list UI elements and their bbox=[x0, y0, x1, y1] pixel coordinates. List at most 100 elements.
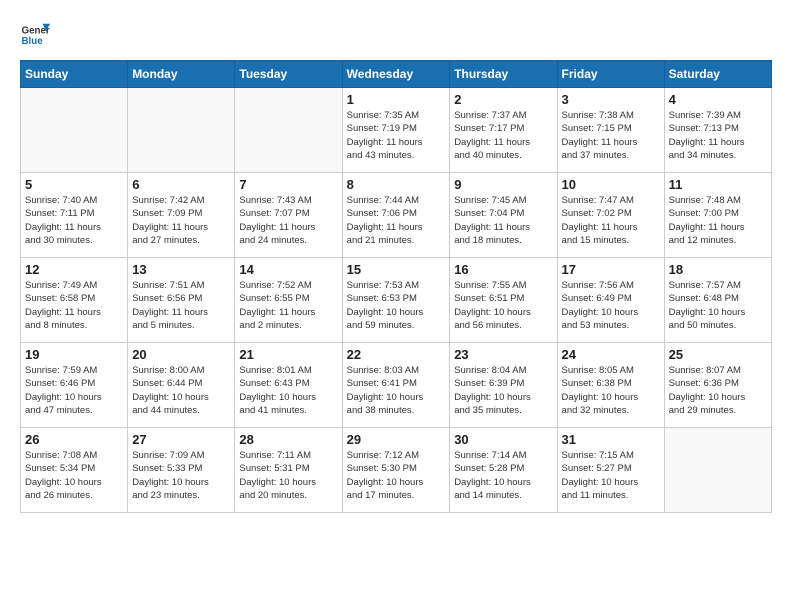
calendar-cell: 5 Sunrise: 7:40 AM Sunset: 7:11 PM Daylig… bbox=[21, 173, 128, 258]
day-info: Sunrise: 7:37 AM Sunset: 7:17 PM Dayligh… bbox=[454, 109, 552, 162]
calendar-cell bbox=[235, 88, 342, 173]
day-number: 27 bbox=[132, 432, 230, 447]
day-number: 19 bbox=[25, 347, 123, 362]
day-number: 20 bbox=[132, 347, 230, 362]
day-number: 3 bbox=[562, 92, 660, 107]
calendar-cell: 2 Sunrise: 7:37 AM Sunset: 7:17 PM Daylig… bbox=[450, 88, 557, 173]
calendar-cell: 18 Sunrise: 7:57 AM Sunset: 6:48 PM Dayli… bbox=[664, 258, 771, 343]
calendar-cell: 15 Sunrise: 7:53 AM Sunset: 6:53 PM Dayli… bbox=[342, 258, 450, 343]
logo: General Blue bbox=[20, 20, 50, 50]
day-number: 25 bbox=[669, 347, 767, 362]
day-number: 8 bbox=[347, 177, 446, 192]
day-number: 18 bbox=[669, 262, 767, 277]
day-info: Sunrise: 7:48 AM Sunset: 7:00 PM Dayligh… bbox=[669, 194, 767, 247]
calendar-cell: 29 Sunrise: 7:12 AM Sunset: 5:30 PM Dayli… bbox=[342, 428, 450, 513]
day-number: 13 bbox=[132, 262, 230, 277]
day-info: Sunrise: 7:14 AM Sunset: 5:28 PM Dayligh… bbox=[454, 449, 552, 502]
column-header-friday: Friday bbox=[557, 61, 664, 88]
day-info: Sunrise: 8:03 AM Sunset: 6:41 PM Dayligh… bbox=[347, 364, 446, 417]
day-number: 26 bbox=[25, 432, 123, 447]
calendar-cell: 10Sunrise: 7:47 AM Sunset: 7:02 PM Dayli… bbox=[557, 173, 664, 258]
day-info: Sunrise: 7:56 AM Sunset: 6:49 PM Dayligh… bbox=[562, 279, 660, 332]
day-number: 31 bbox=[562, 432, 660, 447]
day-info: Sunrise: 7:43 AM Sunset: 7:07 PM Dayligh… bbox=[239, 194, 337, 247]
day-info: Sunrise: 7:55 AM Sunset: 6:51 PM Dayligh… bbox=[454, 279, 552, 332]
calendar-cell bbox=[128, 88, 235, 173]
column-header-saturday: Saturday bbox=[664, 61, 771, 88]
day-info: Sunrise: 8:04 AM Sunset: 6:39 PM Dayligh… bbox=[454, 364, 552, 417]
day-number: 2 bbox=[454, 92, 552, 107]
calendar-week-row: 1Sunrise: 7:35 AM Sunset: 7:19 PM Daylig… bbox=[21, 88, 772, 173]
calendar-cell: 7 Sunrise: 7:43 AM Sunset: 7:07 PM Daylig… bbox=[235, 173, 342, 258]
day-number: 28 bbox=[239, 432, 337, 447]
day-number: 5 bbox=[25, 177, 123, 192]
day-info: Sunrise: 7:49 AM Sunset: 6:58 PM Dayligh… bbox=[25, 279, 123, 332]
day-info: Sunrise: 7:08 AM Sunset: 5:34 PM Dayligh… bbox=[25, 449, 123, 502]
day-info: Sunrise: 7:44 AM Sunset: 7:06 PM Dayligh… bbox=[347, 194, 446, 247]
day-number: 4 bbox=[669, 92, 767, 107]
day-info: Sunrise: 7:11 AM Sunset: 5:31 PM Dayligh… bbox=[239, 449, 337, 502]
calendar-cell: 24 Sunrise: 8:05 AM Sunset: 6:38 PM Dayli… bbox=[557, 343, 664, 428]
day-info: Sunrise: 8:01 AM Sunset: 6:43 PM Dayligh… bbox=[239, 364, 337, 417]
day-info: Sunrise: 7:09 AM Sunset: 5:33 PM Dayligh… bbox=[132, 449, 230, 502]
day-number: 7 bbox=[239, 177, 337, 192]
day-info: Sunrise: 7:12 AM Sunset: 5:30 PM Dayligh… bbox=[347, 449, 446, 502]
calendar-week-row: 12 Sunrise: 7:49 AM Sunset: 6:58 PM Dayli… bbox=[21, 258, 772, 343]
calendar-cell: 6Sunrise: 7:42 AM Sunset: 7:09 PM Daylig… bbox=[128, 173, 235, 258]
day-number: 29 bbox=[347, 432, 446, 447]
day-info: Sunrise: 7:47 AM Sunset: 7:02 PM Dayligh… bbox=[562, 194, 660, 247]
day-number: 16 bbox=[454, 262, 552, 277]
day-number: 12 bbox=[25, 262, 123, 277]
day-number: 1 bbox=[347, 92, 446, 107]
calendar-cell: 28 Sunrise: 7:11 AM Sunset: 5:31 PM Dayli… bbox=[235, 428, 342, 513]
day-number: 22 bbox=[347, 347, 446, 362]
day-info: Sunrise: 7:15 AM Sunset: 5:27 PM Dayligh… bbox=[562, 449, 660, 502]
calendar-header-row: SundayMondayTuesdayWednesdayThursdayFrid… bbox=[21, 61, 772, 88]
day-number: 17 bbox=[562, 262, 660, 277]
day-number: 23 bbox=[454, 347, 552, 362]
calendar-cell: 14Sunrise: 7:52 AM Sunset: 6:55 PM Dayli… bbox=[235, 258, 342, 343]
column-header-thursday: Thursday bbox=[450, 61, 557, 88]
day-info: Sunrise: 7:40 AM Sunset: 7:11 PM Dayligh… bbox=[25, 194, 123, 247]
calendar-cell: 13Sunrise: 7:51 AM Sunset: 6:56 PM Dayli… bbox=[128, 258, 235, 343]
calendar-cell: 21 Sunrise: 8:01 AM Sunset: 6:43 PM Dayli… bbox=[235, 343, 342, 428]
day-info: Sunrise: 7:39 AM Sunset: 7:13 PM Dayligh… bbox=[669, 109, 767, 162]
calendar-cell: 11 Sunrise: 7:48 AM Sunset: 7:00 PM Dayli… bbox=[664, 173, 771, 258]
calendar-cell: 30 Sunrise: 7:14 AM Sunset: 5:28 PM Dayli… bbox=[450, 428, 557, 513]
day-number: 11 bbox=[669, 177, 767, 192]
day-info: Sunrise: 7:57 AM Sunset: 6:48 PM Dayligh… bbox=[669, 279, 767, 332]
column-header-monday: Monday bbox=[128, 61, 235, 88]
day-info: Sunrise: 7:42 AM Sunset: 7:09 PM Dayligh… bbox=[132, 194, 230, 247]
day-info: Sunrise: 8:00 AM Sunset: 6:44 PM Dayligh… bbox=[132, 364, 230, 417]
calendar-cell: 4 Sunrise: 7:39 AM Sunset: 7:13 PM Daylig… bbox=[664, 88, 771, 173]
day-info: Sunrise: 7:59 AM Sunset: 6:46 PM Dayligh… bbox=[25, 364, 123, 417]
calendar-cell: 27 Sunrise: 7:09 AM Sunset: 5:33 PM Dayli… bbox=[128, 428, 235, 513]
calendar-week-row: 5 Sunrise: 7:40 AM Sunset: 7:11 PM Daylig… bbox=[21, 173, 772, 258]
page-header: General Blue bbox=[20, 20, 772, 50]
day-info: Sunrise: 8:07 AM Sunset: 6:36 PM Dayligh… bbox=[669, 364, 767, 417]
day-number: 14 bbox=[239, 262, 337, 277]
calendar-cell: 25 Sunrise: 8:07 AM Sunset: 6:36 PM Dayli… bbox=[664, 343, 771, 428]
day-number: 24 bbox=[562, 347, 660, 362]
calendar-cell: 1Sunrise: 7:35 AM Sunset: 7:19 PM Daylig… bbox=[342, 88, 450, 173]
calendar-cell: 22 Sunrise: 8:03 AM Sunset: 6:41 PM Dayli… bbox=[342, 343, 450, 428]
calendar-cell: 19 Sunrise: 7:59 AM Sunset: 6:46 PM Dayli… bbox=[21, 343, 128, 428]
day-info: Sunrise: 7:45 AM Sunset: 7:04 PM Dayligh… bbox=[454, 194, 552, 247]
calendar-cell: 12 Sunrise: 7:49 AM Sunset: 6:58 PM Dayli… bbox=[21, 258, 128, 343]
calendar-cell bbox=[664, 428, 771, 513]
calendar-cell: 17 Sunrise: 7:56 AM Sunset: 6:49 PM Dayli… bbox=[557, 258, 664, 343]
calendar-cell: 31 Sunrise: 7:15 AM Sunset: 5:27 PM Dayli… bbox=[557, 428, 664, 513]
column-header-tuesday: Tuesday bbox=[235, 61, 342, 88]
day-number: 30 bbox=[454, 432, 552, 447]
calendar-cell: 8 Sunrise: 7:44 AM Sunset: 7:06 PM Daylig… bbox=[342, 173, 450, 258]
calendar-week-row: 26 Sunrise: 7:08 AM Sunset: 5:34 PM Dayli… bbox=[21, 428, 772, 513]
calendar-cell: 16 Sunrise: 7:55 AM Sunset: 6:51 PM Dayli… bbox=[450, 258, 557, 343]
day-number: 15 bbox=[347, 262, 446, 277]
logo-icon: General Blue bbox=[20, 20, 50, 50]
day-number: 21 bbox=[239, 347, 337, 362]
day-info: Sunrise: 7:53 AM Sunset: 6:53 PM Dayligh… bbox=[347, 279, 446, 332]
day-info: Sunrise: 8:05 AM Sunset: 6:38 PM Dayligh… bbox=[562, 364, 660, 417]
calendar-cell: 20 Sunrise: 8:00 AM Sunset: 6:44 PM Dayli… bbox=[128, 343, 235, 428]
day-info: Sunrise: 7:38 AM Sunset: 7:15 PM Dayligh… bbox=[562, 109, 660, 162]
calendar-cell: 23 Sunrise: 8:04 AM Sunset: 6:39 PM Dayli… bbox=[450, 343, 557, 428]
